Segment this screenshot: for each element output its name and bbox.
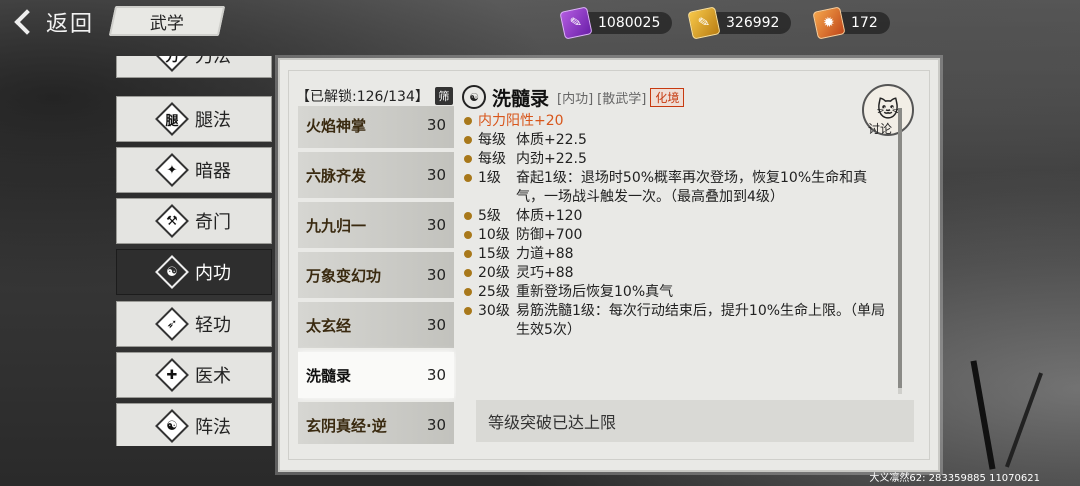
skill-item[interactable]: 火焰神掌 30	[298, 106, 454, 148]
currency-purple-value: 1080025	[598, 15, 661, 31]
skill-level: 30	[426, 366, 446, 384]
section-title: 武学	[150, 13, 184, 34]
category-label: 奇门	[195, 212, 231, 233]
detail-line: 10级 防御+700	[464, 226, 894, 245]
detail-header: ☯ 洗髓录 [内功] [散武学] 化境	[462, 82, 685, 112]
category-item-qinggong[interactable]: ➶ 轻功	[116, 301, 272, 347]
detail-line: 1级 奋起1级：退场时50%概率再次登场，恢复10%生命和真气，一场战斗触发一次。…	[464, 169, 894, 207]
skill-level: 30	[426, 216, 446, 234]
category-item-yishu[interactable]: ✚ 医术	[116, 352, 272, 398]
category-item-tuifa[interactable]: 腿 腿法	[116, 96, 272, 142]
chevron-left-icon	[14, 9, 40, 35]
unlock-label: 【已解锁:126/134】	[296, 89, 429, 105]
detail-scrollbar[interactable]	[898, 108, 902, 394]
currency-gold-value: 326992	[726, 15, 780, 31]
weapon-icon: ⚒	[155, 204, 189, 238]
category-item-qimen[interactable]: ⚒ 奇门	[116, 198, 272, 244]
category-label: 内功	[195, 263, 231, 284]
detail-line: 20级 灵巧+88	[464, 264, 894, 283]
back-label: 返回	[46, 12, 95, 37]
currency-gold: ✎ 326992	[687, 6, 792, 40]
running-icon: ➶	[155, 307, 189, 341]
detail-line: 25级 重新登场后恢复10%真气	[464, 283, 894, 302]
category-label: 腿法	[195, 110, 231, 131]
category-label: 阵法	[195, 417, 231, 438]
skill-name: 玄阴真经·逆	[306, 416, 387, 435]
category-list[interactable]: 刀 刀法 腿 腿法 ✦ 暗器 ⚒ 奇门 ☯ 内功 ➶ 轻功 ✚ 医术 ☯ 阵法	[116, 56, 274, 446]
skill-item[interactable]: 太玄经 30	[298, 302, 454, 348]
realm-badge: 化境	[650, 87, 685, 107]
skill-name: 六脉齐发	[306, 166, 367, 185]
detail-title: 洗髓录	[492, 87, 550, 110]
shuriken-icon: ✦	[155, 153, 189, 187]
skill-level: 30	[426, 316, 446, 334]
detail-line: 内力阳性+20	[464, 112, 894, 131]
skill-level: 30	[426, 116, 446, 134]
meditation-icon: ☯	[462, 85, 486, 109]
category-label: 刀法	[195, 56, 231, 67]
back-button[interactable]: 返回	[8, 4, 108, 40]
gold-book-icon: ✎	[687, 6, 721, 40]
filter-button[interactable]: 筛	[434, 87, 453, 105]
yin-yang-icon: ☯	[155, 409, 189, 443]
skill-name: 九九归一	[306, 216, 367, 235]
skill-item[interactable]: 万象变幻功 30	[298, 252, 454, 298]
purple-book-icon: ✎	[559, 6, 593, 40]
currency-orange: ✹ 172	[812, 6, 890, 40]
breakthrough-status: 等级突破已达上限	[476, 400, 914, 442]
cat-avatar-icon: 🐱	[876, 97, 900, 123]
skill-item[interactable]: 九九归一 30	[298, 202, 454, 248]
discuss-label: 讨论	[868, 122, 893, 136]
player-id-text: 大义凛然62: 283359885 11070621	[869, 473, 1040, 484]
detail-line: 15级 力道+88	[464, 245, 894, 264]
skill-item[interactable]: 六脉齐发 30	[298, 152, 454, 198]
category-label: 医术	[195, 366, 231, 387]
detail-line: 30级 易筋洗髓1级：每次行动结束后，提升10%生命上限。（单局生效5次）	[464, 302, 894, 340]
breakthrough-text: 等级突破已达上限	[488, 413, 617, 432]
skill-name: 万象变幻功	[306, 266, 382, 285]
skill-level: 30	[426, 166, 446, 184]
meditation-icon: ☯	[155, 255, 189, 289]
category-item-zhenfa[interactable]: ☯ 阵法	[116, 403, 272, 446]
skill-name: 火焰神掌	[306, 116, 367, 135]
detail-tag-type: [内功]	[557, 91, 594, 107]
currency-purple: ✎ 1080025	[559, 6, 673, 40]
detail-lines: 内力阳性+20 每级 体质+22.5 每级 内劲+22.5 1级 奋起1级：退场时50…	[464, 112, 894, 340]
detail-tag-category: [散武学]	[597, 91, 647, 107]
detail-line: 每级 内劲+22.5	[464, 150, 894, 169]
category-item-anqi[interactable]: ✦ 暗器	[116, 147, 272, 193]
detail-line: 每级 体质+22.5	[464, 131, 894, 150]
skill-name: 洗髓录	[306, 366, 352, 385]
skill-level: 30	[426, 266, 446, 284]
section-title-tab: 武学	[108, 6, 226, 36]
skill-list[interactable]: 火焰神掌 30 六脉齐发 30 九九归一 30 万象变幻功 30 太玄经 30 …	[298, 106, 456, 444]
category-item-daofa[interactable]: 刀 刀法	[116, 56, 272, 78]
detail-line: 5级 体质+120	[464, 207, 894, 226]
category-item-neigong[interactable]: ☯ 内功	[116, 249, 272, 295]
medicine-icon: ✚	[155, 358, 189, 392]
currency-orange-value: 172	[851, 15, 878, 31]
orange-flame-icon: ✹	[812, 6, 846, 40]
skill-item-selected[interactable]: 洗髓录 30	[298, 352, 454, 398]
skill-item[interactable]: 玄阴真经·逆 30	[298, 402, 454, 444]
daofa-icon: 刀	[155, 56, 189, 72]
category-label: 暗器	[195, 161, 231, 182]
category-label: 轻功	[195, 315, 231, 336]
skill-name: 太玄经	[306, 316, 352, 335]
skill-level: 30	[426, 416, 446, 434]
top-bar: 返回 武学 ✎ 1080025 ✎ 326992 ✹ 172	[0, 0, 1080, 44]
leg-icon: 腿	[155, 102, 189, 136]
unlock-counter: 【已解锁:126/134】 筛	[296, 86, 453, 106]
